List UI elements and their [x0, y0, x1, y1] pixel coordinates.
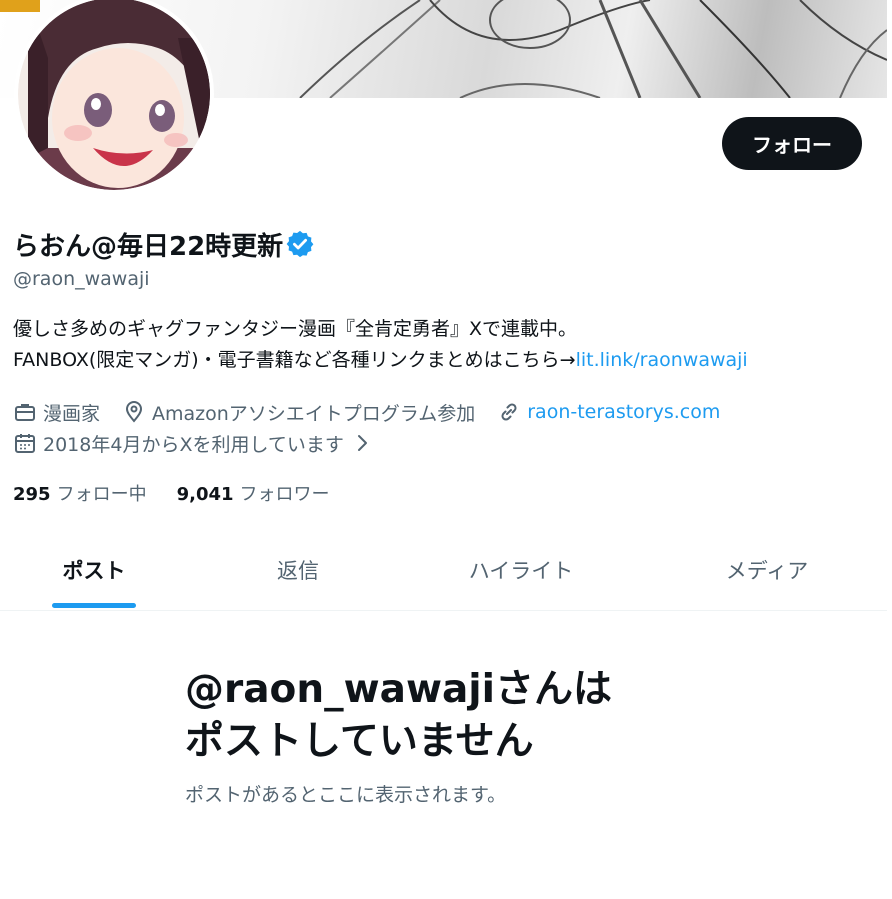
followers-label: フォロワー: [239, 484, 330, 505]
bio-line-2: FANBOX(限定マンガ)・電子書籍など各種リンクまとめはこちら→lit.lin…: [13, 345, 883, 376]
website-link[interactable]: raon-terastorys.com: [527, 401, 720, 423]
empty-title-line-1: @raon_wawajiさんは: [185, 667, 613, 712]
handle: @raon_wawaji: [13, 268, 150, 290]
link-icon: [501, 403, 517, 421]
empty-state-subtitle: ポストがあるとここに表示されます。: [185, 784, 507, 806]
following-label: フォロー中: [56, 484, 147, 505]
tab-replies[interactable]: 返信: [188, 530, 408, 610]
avatar-illustration: [18, 0, 210, 190]
tab-posts[interactable]: ポスト: [0, 530, 188, 610]
profile-meta: 漫画家 Amazonアソシエイトプログラム参加 raon-terastorys.…: [13, 397, 742, 427]
bio: 優しさ多めのギャグファンタジー漫画『全肯定勇者』Xで連載中。 FANBOX(限定…: [13, 314, 883, 376]
followers-count: 9,041: [176, 484, 234, 505]
bio-text: FANBOX(限定マンガ)・電子書籍など各種リンクまとめはこちら→: [13, 349, 576, 371]
website-item[interactable]: raon-terastorys.com: [497, 400, 720, 424]
avatar[interactable]: [14, 0, 214, 194]
bio-link[interactable]: lit.link/raonwawaji: [576, 349, 748, 371]
tab-highlights[interactable]: ハイライト: [408, 530, 634, 610]
following-count: 295: [13, 484, 51, 505]
display-name: らおん@毎日22時更新: [13, 231, 284, 262]
followers-stat[interactable]: 9,041 フォロワー: [177, 480, 330, 506]
empty-state-title: @raon_wawajiさんは ポストしていません: [185, 664, 705, 768]
follow-stats: 295 フォロー中 9,041 フォロワー: [13, 478, 360, 508]
profile-name-row: らおん@毎日22時更新: [13, 226, 315, 262]
follow-button[interactable]: フォロー: [722, 117, 862, 170]
tab-media[interactable]: メディア: [634, 530, 892, 610]
profile-tabs: ポスト 返信 ハイライト メディア: [0, 530, 887, 611]
join-date-label: 2018年4月からXを利用しています: [43, 433, 344, 456]
location-pin-icon: [126, 401, 143, 423]
category-label: 漫画家: [43, 402, 101, 425]
location-label: Amazonアソシエイトプログラム参加: [152, 402, 476, 425]
active-tab-indicator: [52, 603, 136, 608]
verified-badge-icon[interactable]: [285, 229, 315, 259]
location-item: Amazonアソシエイトプログラム参加: [122, 399, 475, 426]
empty-title-line-2: ポストしていません: [185, 719, 534, 764]
chevron-right-icon: [357, 435, 367, 451]
bio-line-1: 優しさ多めのギャグファンタジー漫画『全肯定勇者』Xで連載中。: [13, 318, 578, 340]
briefcase-icon: [15, 404, 35, 421]
join-date-row[interactable]: 2018年4月からXを利用しています: [13, 428, 380, 458]
category-item: 漫画家: [13, 399, 100, 426]
calendar-icon: [15, 434, 35, 453]
following-stat[interactable]: 295 フォロー中: [13, 480, 147, 506]
